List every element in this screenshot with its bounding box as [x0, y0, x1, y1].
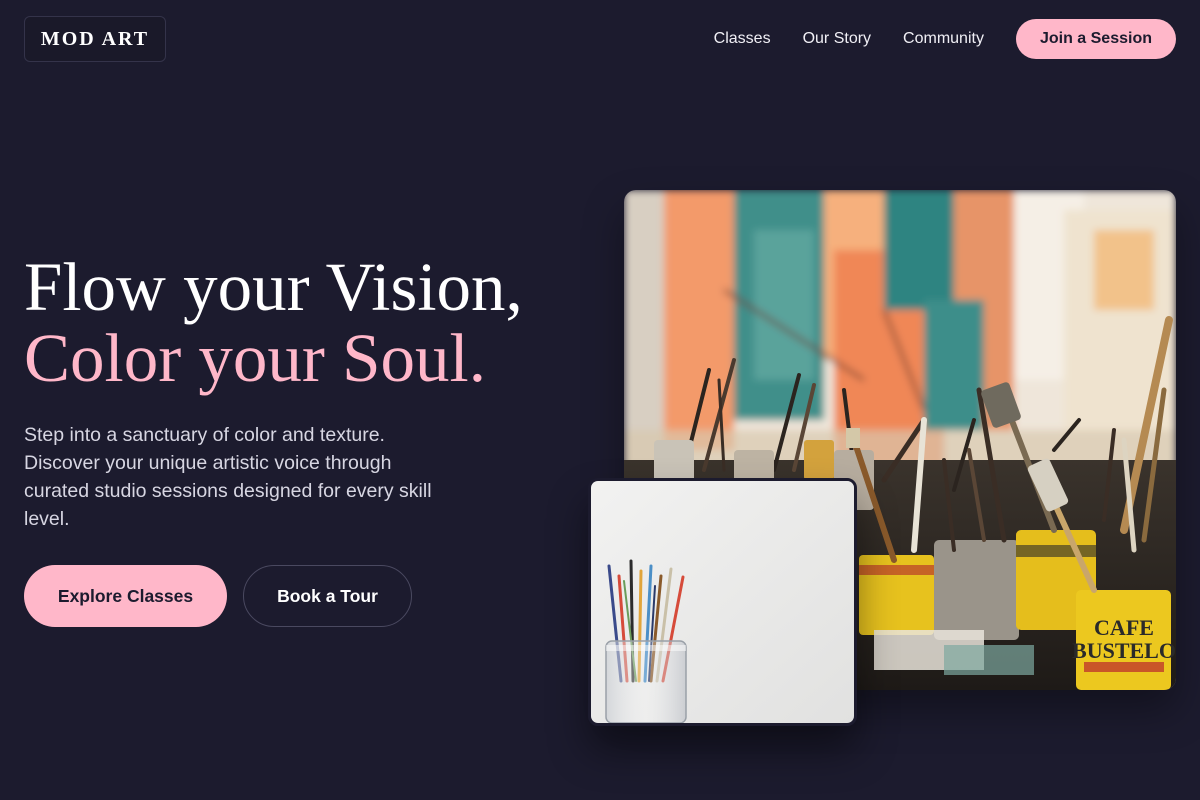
nav-link-our-story[interactable]: Our Story — [803, 30, 871, 48]
hero-title: Flow your Vision, Color your Soul. — [24, 252, 523, 394]
svg-text:CAFE: CAFE — [1094, 615, 1154, 640]
brush-jar-image — [588, 478, 857, 726]
hero-title-line-1: Flow your Vision, — [24, 249, 523, 325]
explore-classes-button[interactable]: Explore Classes — [24, 565, 227, 627]
book-tour-button[interactable]: Book a Tour — [243, 565, 412, 627]
nav-link-community[interactable]: Community — [903, 30, 984, 48]
hero-description: Step into a sanctuary of color and textu… — [24, 424, 432, 530]
hero-title-line-2: Color your Soul. — [24, 320, 486, 396]
join-session-button[interactable]: Join a Session — [1015, 19, 1176, 59]
nav-link-classes[interactable]: Classes — [714, 30, 771, 48]
main-nav: Classes Our Story Community Join a Sessi… — [714, 19, 1176, 59]
svg-text:BUSTELO: BUSTELO — [1072, 638, 1176, 663]
logo[interactable]: MOD ART — [24, 16, 166, 62]
